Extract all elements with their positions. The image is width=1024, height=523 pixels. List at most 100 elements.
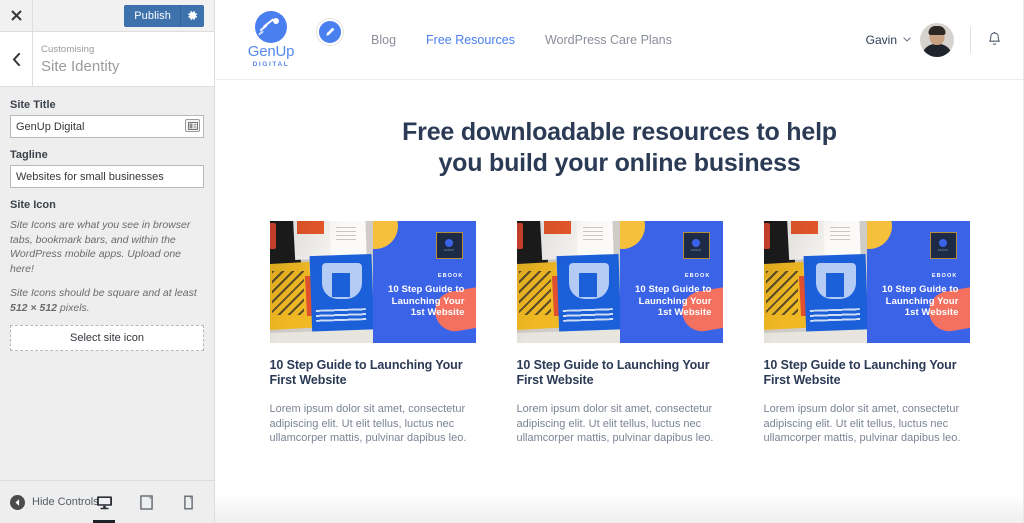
publish-group: Publish [33, 4, 214, 27]
autofill-icon-glyph [187, 121, 198, 130]
tagline-input[interactable] [10, 165, 204, 188]
chevron-down-glyph [903, 37, 911, 42]
ebook-cover-title: 10 Step Guide to Launching Your 1st Webs… [634, 284, 712, 318]
resource-card[interactable]: GENUP EBOOK 10 Step Guide to Launching Y… [269, 221, 476, 446]
card-body-text: Lorem ipsum dolor sit amet, consectetur … [516, 403, 714, 444]
logo-name: GenUp [247, 42, 295, 60]
site-icon-description-2: Site Icons should be square and at least… [10, 286, 204, 315]
device-preview-group [90, 481, 202, 523]
header-divider [970, 26, 971, 53]
card-title[interactable]: 10 Step Guide to Launching Your First We… [764, 358, 970, 388]
ebook-label: EBOOK [931, 273, 958, 279]
card-thumbnail[interactable]: GENUP EBOOK 10 Step Guide to Launching Y… [763, 221, 970, 343]
badge-text: GENUP [443, 249, 455, 252]
panel-titles: Customising Site Identity [33, 32, 119, 86]
panel-eyebrow: Customising [41, 43, 95, 55]
hide-controls-button[interactable]: Hide Controls [10, 494, 99, 510]
card-blue-half: GENUP EBOOK 10 Step Guide to Launching Y… [372, 221, 476, 343]
nav-link-wordpress-care-plans[interactable]: WordPress Care Plans [545, 33, 672, 47]
avatar[interactable] [920, 22, 954, 57]
user-name[interactable]: Gavin [866, 33, 897, 47]
badge-dot [939, 239, 947, 247]
panel-title: Site Identity [41, 57, 120, 75]
header-user-area: Gavin [866, 22, 1002, 57]
card-thumbnail[interactable]: GENUP EBOOK 10 Step Guide to Launching Y… [269, 221, 476, 343]
site-icon-description-1: Site Icons are what you see in browser t… [10, 219, 191, 275]
page-footer-strip [215, 495, 1024, 523]
ebook-brand-badge: GENUP [682, 232, 710, 259]
ebook-label: EBOOK [437, 273, 464, 279]
publish-button[interactable]: Publish [124, 4, 181, 27]
ebook-label: EBOOK [684, 273, 711, 279]
pencil-edit-icon[interactable] [317, 18, 343, 45]
resource-card[interactable]: GENUP EBOOK 10 Step Guide to Launching Y… [516, 221, 723, 446]
site-navigation: Blog Free Resources WordPress Care Plans [371, 33, 672, 47]
back-button[interactable] [0, 32, 33, 86]
avatar-hair [928, 25, 946, 35]
card-photo-half [269, 221, 373, 343]
site-title-input[interactable] [10, 115, 204, 138]
card-title[interactable]: 10 Step Guide to Launching Your First We… [517, 358, 723, 388]
desktop-preview-button[interactable] [90, 481, 118, 523]
resource-card-grid: GENUP EBOOK 10 Step Guide to Launching Y… [215, 179, 1024, 446]
mobile-icon [183, 495, 193, 509]
nav-link-free-resources[interactable]: Free Resources [426, 33, 515, 47]
photo-shadow [269, 221, 373, 343]
mobile-preview-button[interactable] [174, 481, 202, 523]
close-x-icon[interactable] [0, 0, 33, 31]
site-icon-desc2-bold: 512 × 512 [10, 301, 58, 314]
site-title-label: Site Title [10, 99, 56, 111]
photo-shadow [763, 221, 867, 343]
site-preview-frame: GenUp DIGITAL Blog Free Resources WordPr… [215, 0, 1024, 523]
hide-controls-label: Hide Controls [32, 496, 99, 508]
comet-logo-icon [255, 10, 287, 43]
card-photo-half [516, 221, 620, 343]
photo-shadow [516, 221, 620, 343]
customizer-footer: Hide Controls [0, 480, 214, 523]
ebook-brand-badge: GENUP [929, 232, 957, 259]
card-body-text: Lorem ipsum dolor sit amet, consectetur … [269, 403, 467, 444]
gear-icon[interactable] [180, 4, 204, 27]
card-thumbnail[interactable]: GENUP EBOOK 10 Step Guide to Launching Y… [516, 221, 723, 343]
pencil-icon-glyph [326, 27, 335, 36]
card-title[interactable]: 10 Step Guide to Launching Your First We… [270, 358, 476, 388]
badge-text: GENUP [690, 249, 702, 252]
chevron-down-icon[interactable] [903, 37, 911, 42]
nav-link-blog[interactable]: Blog [371, 33, 396, 47]
customizer-controls: Site Title Tagline Site Icon [0, 87, 214, 480]
customizer-app: Publish Customising Site Identity Site T… [0, 0, 1024, 523]
bell-icon-glyph [989, 32, 1000, 45]
gear-icon-glyph [188, 11, 198, 20]
autofill-card-icon[interactable] [185, 119, 200, 132]
yellow-circle-accent [866, 221, 892, 249]
ebook-cover-title: 10 Step Guide to Launching Your 1st Webs… [387, 284, 465, 318]
card-photo-half [763, 221, 867, 343]
card-blue-half: GENUP EBOOK 10 Step Guide to Launching Y… [619, 221, 723, 343]
ebook-cover-title: 10 Step Guide to Launching Your 1st Webs… [881, 284, 959, 318]
chevron-left-icon [12, 52, 20, 66]
panel-header: Customising Site Identity [0, 32, 214, 87]
ebook-brand-badge: GENUP [435, 232, 463, 259]
yellow-circle-accent [619, 221, 645, 249]
bell-notification-icon[interactable] [987, 31, 1002, 48]
site-icon-label: Site Icon [10, 199, 56, 211]
tagline-field [10, 165, 204, 188]
desktop-icon [96, 495, 112, 509]
page-content: Free downloadable resources to help you … [215, 80, 1024, 523]
customizer-topbar: Publish [0, 0, 214, 32]
resource-card[interactable]: GENUP EBOOK 10 Step Guide to Launching Y… [763, 221, 970, 446]
site-title-field [10, 115, 204, 138]
logo-subtitle: DIGITAL [252, 60, 290, 68]
brand-area: GenUp DIGITAL [237, 10, 343, 69]
collapse-circle-icon [10, 494, 25, 510]
card-body-text: Lorem ipsum dolor sit amet, consectetur … [763, 403, 961, 444]
customizer-sidebar: Publish Customising Site Identity Site T… [0, 0, 215, 523]
site-header: GenUp DIGITAL Blog Free Resources WordPr… [215, 0, 1024, 80]
badge-dot [445, 239, 453, 247]
tablet-preview-button[interactable] [132, 481, 160, 523]
page-title-line-2: you build your online business [438, 149, 801, 177]
close-icon-glyph [10, 10, 22, 21]
tagline-label: Tagline [10, 149, 48, 161]
site-logo[interactable]: GenUp DIGITAL [237, 10, 305, 69]
select-site-icon-button[interactable]: Select site icon [10, 325, 204, 351]
